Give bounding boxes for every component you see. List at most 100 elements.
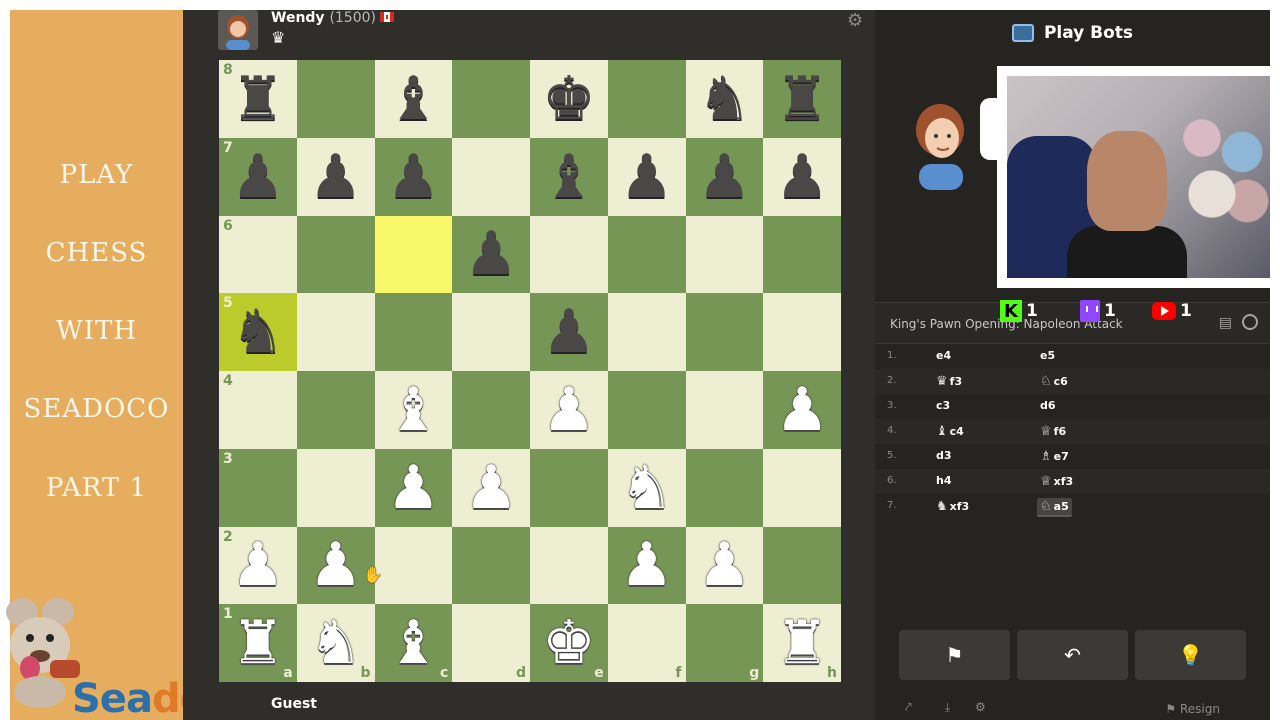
square-g8[interactable]: ♞: [685, 60, 764, 138]
square-h6[interactable]: [763, 215, 841, 294]
square-b6[interactable]: [296, 215, 375, 294]
black-move[interactable]: d6: [1037, 398, 1059, 413]
black-move[interactable]: ♕ xf3: [1037, 473, 1076, 490]
black-rook-piece[interactable]: ♜: [763, 60, 841, 138]
square-e7[interactable]: ♝: [530, 137, 608, 216]
square-b8[interactable]: [296, 60, 375, 138]
player-name[interactable]: Guest: [271, 696, 317, 712]
black-move[interactable]: ♗ e7: [1037, 448, 1072, 465]
white-king-piece[interactable]: ♚: [530, 604, 608, 682]
square-e2[interactable]: [530, 526, 608, 605]
square-b5[interactable]: [296, 293, 375, 371]
square-g1[interactable]: g: [685, 604, 764, 682]
square-f5[interactable]: [607, 293, 686, 371]
black-move[interactable]: e5: [1037, 348, 1058, 363]
black-knight-piece[interactable]: ♞: [219, 293, 297, 371]
undo-button[interactable]: ↶: [1017, 630, 1128, 680]
settings-icon[interactable]: ⚙: [975, 700, 986, 714]
compass-icon[interactable]: [1242, 314, 1258, 330]
square-a3[interactable]: 3: [219, 448, 297, 527]
square-a2[interactable]: 2 ♟: [219, 526, 297, 605]
square-f7[interactable]: ♟: [607, 137, 686, 216]
square-h1[interactable]: h ♜: [763, 604, 841, 682]
book-icon[interactable]: ▤: [1219, 315, 1232, 331]
square-b3[interactable]: [296, 448, 375, 527]
square-b7[interactable]: ♟: [296, 137, 375, 216]
black-pawn-piece[interactable]: ♟: [375, 138, 453, 216]
square-h2[interactable]: [763, 526, 841, 605]
square-a1[interactable]: 1 a ♜: [219, 604, 297, 682]
black-pawn-piece[interactable]: ♟: [686, 138, 764, 216]
square-d8[interactable]: [452, 60, 530, 138]
square-g2[interactable]: ♟: [685, 526, 764, 605]
black-pawn-piece[interactable]: ♟: [219, 138, 297, 216]
square-b1[interactable]: b ♞: [296, 604, 375, 682]
white-knight-piece[interactable]: ♞: [297, 604, 375, 682]
white-move[interactable]: e4: [933, 348, 954, 363]
black-move[interactable]: ♕ f6: [1037, 423, 1069, 440]
black-move[interactable]: ♘ a5: [1037, 498, 1072, 517]
square-e5[interactable]: ♟: [530, 293, 608, 371]
square-h7[interactable]: ♟: [763, 137, 841, 216]
white-move[interactable]: ♛ f3: [933, 373, 965, 390]
square-a5[interactable]: 5 ♞: [219, 293, 297, 371]
black-pawn-piece[interactable]: ♟: [530, 293, 608, 371]
square-b4[interactable]: [296, 371, 375, 449]
bot-avatar[interactable]: [905, 100, 975, 190]
square-e1[interactable]: e ♚: [530, 604, 608, 682]
square-c6[interactable]: [374, 215, 453, 294]
square-g5[interactable]: [685, 293, 764, 371]
square-f6[interactable]: [607, 215, 686, 294]
white-move[interactable]: ♝ c4: [933, 423, 967, 440]
square-c8[interactable]: ♝: [374, 60, 453, 138]
square-h5[interactable]: [763, 293, 841, 371]
white-pawn-piece[interactable]: ♟: [219, 527, 297, 605]
square-g4[interactable]: [685, 371, 764, 449]
flag-button[interactable]: ⚑: [899, 630, 1010, 680]
square-c7[interactable]: ♟: [374, 137, 453, 216]
white-rook-piece[interactable]: ♜: [763, 604, 841, 682]
square-a8[interactable]: 8 ♜: [219, 60, 297, 138]
square-e8[interactable]: ♚: [530, 60, 608, 138]
square-c3[interactable]: ♟: [374, 448, 453, 527]
resign-button[interactable]: ⚑ Resign: [1165, 702, 1220, 716]
square-c2[interactable]: [374, 526, 453, 605]
square-f3[interactable]: ♞: [607, 448, 686, 527]
square-d5[interactable]: [452, 293, 530, 371]
square-a4[interactable]: 4: [219, 371, 297, 449]
square-d7[interactable]: [452, 137, 530, 216]
download-icon[interactable]: ⤓: [945, 700, 950, 715]
black-pawn-piece[interactable]: ♟: [452, 216, 530, 294]
square-d4[interactable]: [452, 371, 530, 449]
white-move[interactable]: h4: [933, 473, 955, 488]
black-knight-piece[interactable]: ♞: [686, 60, 764, 138]
opponent-name[interactable]: Wendy (1500): [271, 10, 394, 26]
black-move[interactable]: ♘ c6: [1037, 373, 1071, 390]
square-e3[interactable]: [530, 448, 608, 527]
square-g3[interactable]: [685, 448, 764, 527]
square-g7[interactable]: ♟: [685, 137, 764, 216]
white-pawn-piece[interactable]: ♟: [686, 527, 764, 605]
square-a7[interactable]: 7 ♟: [219, 137, 297, 216]
white-pawn-piece[interactable]: ♟: [375, 449, 453, 527]
white-move[interactable]: d3: [933, 448, 955, 463]
square-e4[interactable]: ♟: [530, 371, 608, 449]
black-pawn-piece[interactable]: ♟: [763, 138, 841, 216]
square-h4[interactable]: ♟: [763, 371, 841, 449]
square-d2[interactable]: [452, 526, 530, 605]
black-bishop-piece[interactable]: ♝: [530, 138, 608, 216]
white-pawn-piece[interactable]: ♟: [608, 527, 686, 605]
white-pawn-piece[interactable]: ♟: [763, 371, 841, 449]
white-rook-piece[interactable]: ♜: [219, 604, 297, 682]
square-g6[interactable]: [685, 215, 764, 294]
white-move[interactable]: c3: [933, 398, 953, 413]
square-f2[interactable]: ♟: [607, 526, 686, 605]
gear-icon[interactable]: ⚙: [847, 10, 863, 31]
square-h3[interactable]: [763, 448, 841, 527]
hint-button[interactable]: 💡: [1135, 630, 1246, 680]
square-f1[interactable]: f: [607, 604, 686, 682]
square-f4[interactable]: [607, 371, 686, 449]
white-move[interactable]: ♞ xf3: [933, 498, 972, 515]
black-pawn-piece[interactable]: ♟: [297, 138, 375, 216]
black-bishop-piece[interactable]: ♝: [375, 60, 453, 138]
